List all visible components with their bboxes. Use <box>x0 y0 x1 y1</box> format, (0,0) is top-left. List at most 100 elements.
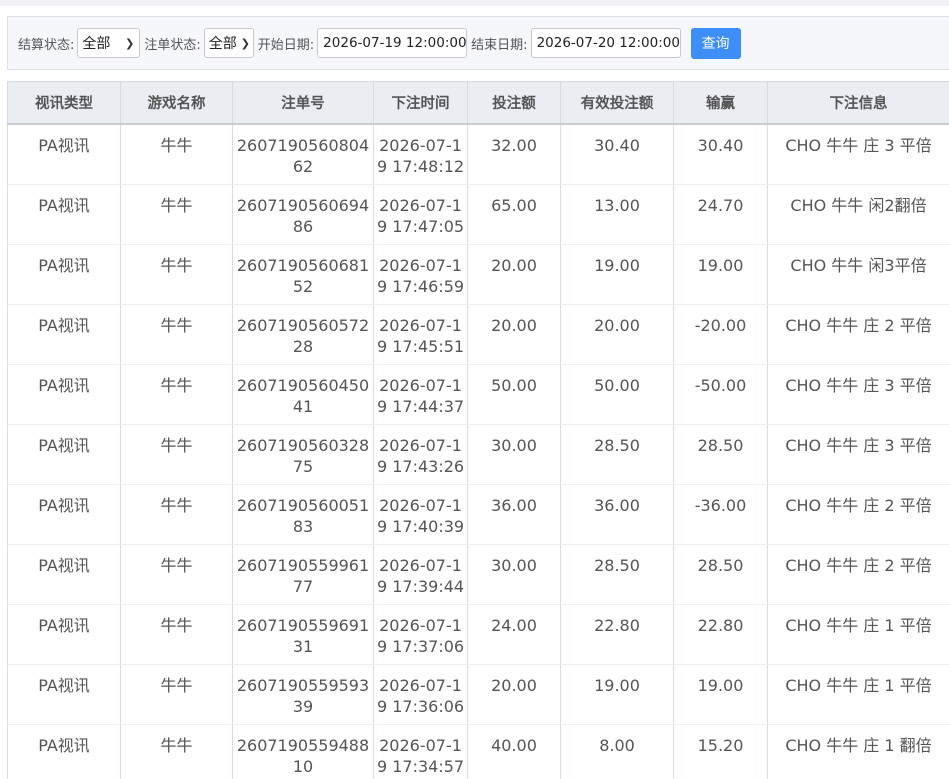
cell-bet-id: 260719056069486 <box>232 184 374 245</box>
cell-valid-bet: 30.40 <box>560 124 674 185</box>
cell-valid-bet: 36.00 <box>560 484 674 545</box>
chevron-down-icon: ❯ <box>125 36 135 50</box>
cell-bet-amount: 40.00 <box>467 724 561 779</box>
cell-video-type: PA视讯 <box>7 124 121 185</box>
cell-video-type: PA视讯 <box>7 364 121 425</box>
settle-status-select[interactable]: 全部 ❯ <box>77 28 141 58</box>
order-status-label: 注单状态: <box>144 37 201 53</box>
cell-valid-bet: 28.50 <box>560 544 674 605</box>
cell-bet-amount: 36.00 <box>467 484 561 545</box>
column-header-game-name: 游戏名称 <box>120 81 233 125</box>
cell-win-loss: 15.20 <box>673 724 768 779</box>
cell-bet-amount: 50.00 <box>467 364 561 425</box>
table-row: PA视讯 牛牛 260719055948810 2026-07-19 17:34:57… <box>7 724 949 779</box>
cell-game-name: 牛牛 <box>120 604 233 665</box>
cell-win-loss: -36.00 <box>673 484 768 545</box>
table-body: PA视讯 牛牛 260719056080462 2026-07-19 17:48:12… <box>7 124 949 779</box>
table-header-row: 视讯类型 游戏名称 注单号 下注时间 投注额 有效投注额 输赢 下注信息 <box>7 81 949 125</box>
cell-video-type: PA视讯 <box>7 184 121 245</box>
table-row: PA视讯 牛牛 260719055959339 2026-07-19 17:36:06… <box>7 664 949 725</box>
cell-bet-amount: 30.00 <box>467 424 561 485</box>
cell-win-loss: 22.80 <box>673 604 768 665</box>
table-row: PA视讯 牛牛 260719055969131 2026-07-19 17:37:06… <box>7 604 949 665</box>
settle-status-label: 结算状态: <box>18 37 75 53</box>
cell-bet-info: CHO 牛牛 庄 3 平倍 <box>767 364 949 425</box>
cell-bet-info: CHO 牛牛 庄 1 平倍 <box>767 664 949 725</box>
start-date-input[interactable]: 2026-07-19 12:00:00 <box>317 28 468 58</box>
cell-bet-info: CHO 牛牛 庄 2 平倍 <box>767 484 949 545</box>
cell-valid-bet: 19.00 <box>560 244 674 305</box>
cell-bet-time: 2026-07-19 17:44:37 <box>373 364 468 425</box>
column-header-bet-id: 注单号 <box>232 81 374 125</box>
cell-bet-id: 260719056032875 <box>232 424 374 485</box>
cell-valid-bet: 50.00 <box>560 364 674 425</box>
filter-bar: 结算状态: 全部 ❯ 注单状态: 全部 ❯ 开始日期: 2026-07-19 1… <box>7 16 949 70</box>
cell-bet-time: 2026-07-19 17:34:57 <box>373 724 468 779</box>
cell-bet-id: 260719055948810 <box>232 724 374 779</box>
cell-game-name: 牛牛 <box>120 184 233 245</box>
cell-game-name: 牛牛 <box>120 664 233 725</box>
order-status-value: 全部 <box>208 36 237 52</box>
cell-video-type: PA视讯 <box>7 604 121 665</box>
cell-bet-amount: 20.00 <box>467 304 561 365</box>
cell-video-type: PA视讯 <box>7 304 121 365</box>
table-row: PA视讯 牛牛 260719055996177 2026-07-19 17:39:44… <box>7 544 949 605</box>
cell-win-loss: 24.70 <box>673 184 768 245</box>
cell-bet-id: 260719056080462 <box>232 124 374 185</box>
chevron-down-icon: ❯ <box>240 36 250 50</box>
column-header-valid-bet: 有效投注额 <box>560 81 674 125</box>
cell-win-loss: -50.00 <box>673 364 768 425</box>
table-row: PA视讯 牛牛 260719056057228 2026-07-19 17:45:51… <box>7 304 949 365</box>
cell-bet-time: 2026-07-19 17:45:51 <box>373 304 468 365</box>
cell-valid-bet: 28.50 <box>560 424 674 485</box>
cell-game-name: 牛牛 <box>120 364 233 425</box>
table-row: PA视讯 牛牛 260719056069486 2026-07-19 17:47:05… <box>7 184 949 245</box>
column-header-win-loss: 输赢 <box>673 81 768 125</box>
cell-bet-id: 260719056068152 <box>232 244 374 305</box>
cell-bet-info: CHO 牛牛 庄 1 平倍 <box>767 604 949 665</box>
cell-bet-info: CHO 牛牛 庄 3 平倍 <box>767 124 949 185</box>
cell-bet-time: 2026-07-19 17:47:05 <box>373 184 468 245</box>
column-header-bet-time: 下注时间 <box>373 81 468 125</box>
cell-bet-time: 2026-07-19 17:37:06 <box>373 604 468 665</box>
cell-video-type: PA视讯 <box>7 244 121 305</box>
cell-valid-bet: 13.00 <box>560 184 674 245</box>
end-date-input[interactable]: 2026-07-20 12:00:00 <box>530 28 681 58</box>
end-date-label: 结束日期: <box>471 37 528 53</box>
cell-video-type: PA视讯 <box>7 484 121 545</box>
order-status-select[interactable]: 全部 ❯ <box>203 28 254 58</box>
cell-bet-amount: 20.00 <box>467 664 561 725</box>
cell-game-name: 牛牛 <box>120 724 233 779</box>
cell-bet-amount: 65.00 <box>467 184 561 245</box>
cell-bet-time: 2026-07-19 17:40:39 <box>373 484 468 545</box>
bet-records-table: 视讯类型 游戏名称 注单号 下注时间 投注额 有效投注额 输赢 下注信息 PA视… <box>7 81 949 779</box>
table-row: PA视讯 牛牛 260719056068152 2026-07-19 17:46:59… <box>7 244 949 305</box>
cell-bet-info: CHO 牛牛 闲2翻倍 <box>767 184 949 245</box>
cell-bet-time: 2026-07-19 17:43:26 <box>373 424 468 485</box>
cell-bet-info: CHO 牛牛 闲3平倍 <box>767 244 949 305</box>
cell-win-loss: 19.00 <box>673 244 768 305</box>
cell-game-name: 牛牛 <box>120 304 233 365</box>
cell-bet-info: CHO 牛牛 庄 1 翻倍 <box>767 724 949 779</box>
cell-game-name: 牛牛 <box>120 484 233 545</box>
cell-bet-id: 260719055959339 <box>232 664 374 725</box>
cell-game-name: 牛牛 <box>120 424 233 485</box>
column-header-video-type: 视讯类型 <box>7 81 121 125</box>
cell-win-loss: 28.50 <box>673 424 768 485</box>
bet-records-table-wrap: 视讯类型 游戏名称 注单号 下注时间 投注额 有效投注额 输赢 下注信息 PA视… <box>7 81 949 779</box>
column-header-bet-info: 下注信息 <box>767 81 949 125</box>
top-strip <box>0 0 949 6</box>
cell-bet-time: 2026-07-19 17:39:44 <box>373 544 468 605</box>
cell-bet-info: CHO 牛牛 庄 2 平倍 <box>767 304 949 365</box>
bet-records-page: 结算状态: 全部 ❯ 注单状态: 全部 ❯ 开始日期: 2026-07-19 1… <box>0 0 949 779</box>
cell-win-loss: 19.00 <box>673 664 768 725</box>
table-row: PA视讯 牛牛 260719056045041 2026-07-19 17:44:37… <box>7 364 949 425</box>
cell-win-loss: 30.40 <box>673 124 768 185</box>
table-row: PA视讯 牛牛 260719056080462 2026-07-19 17:48:12… <box>7 124 949 185</box>
cell-bet-time: 2026-07-19 17:48:12 <box>373 124 468 185</box>
table-row: PA视讯 牛牛 260719056032875 2026-07-19 17:43:26… <box>7 424 949 485</box>
query-button[interactable]: 查询 <box>690 27 741 59</box>
cell-valid-bet: 20.00 <box>560 304 674 365</box>
cell-bet-id: 260719056045041 <box>232 364 374 425</box>
cell-valid-bet: 19.00 <box>560 664 674 725</box>
